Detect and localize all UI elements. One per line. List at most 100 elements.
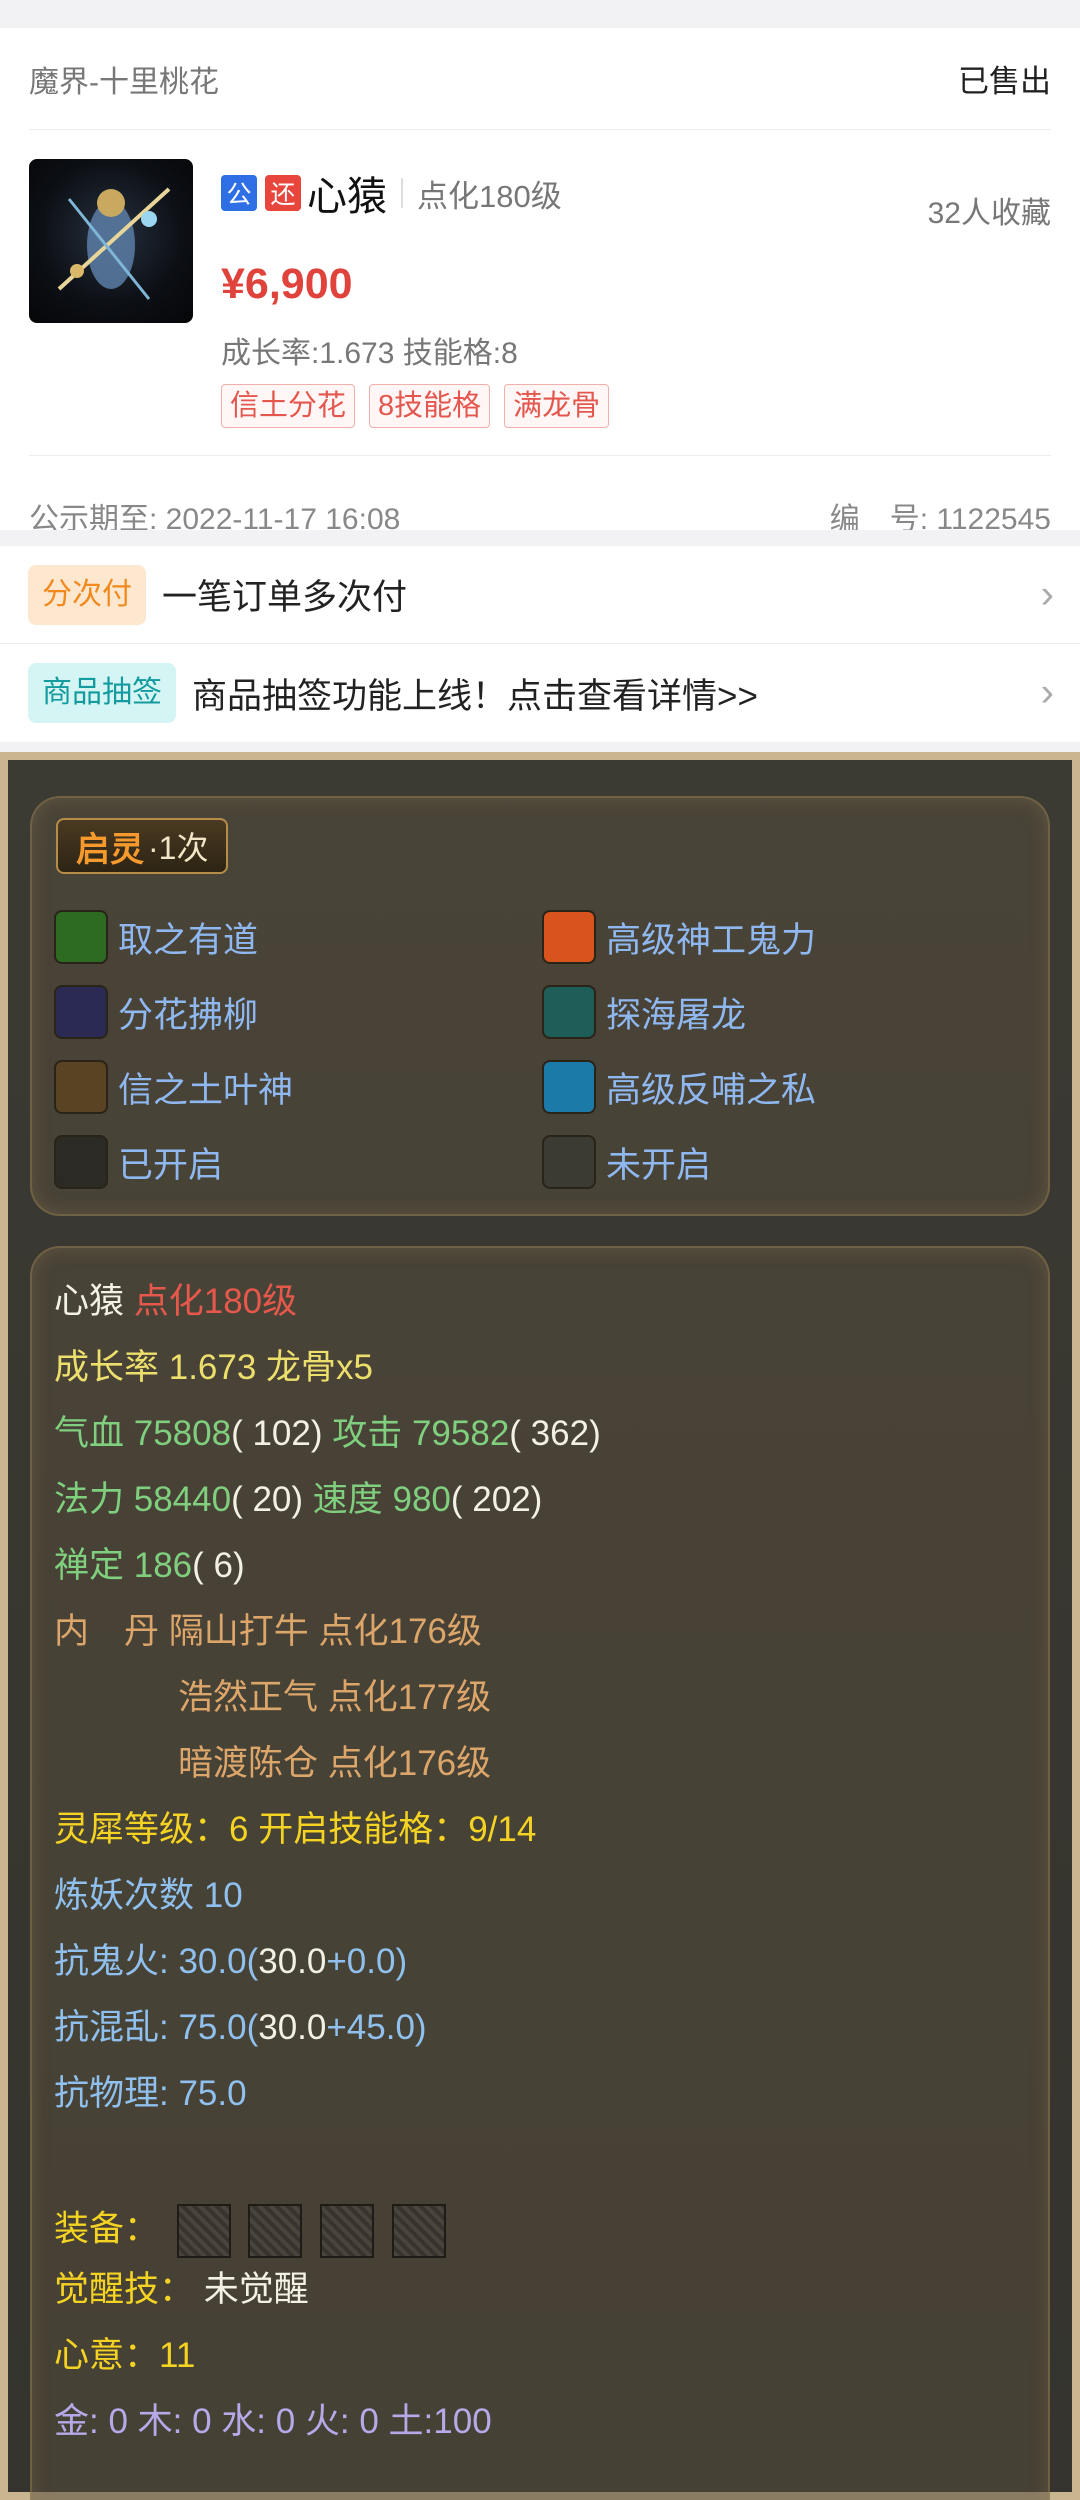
pet-stats-box: 心猿 点化180级 成长率 1.673 龙骨x5 气血 75808( 102) … [30, 1246, 1050, 2500]
promo-installment[interactable]: 分次付 一笔订单多次付 › [0, 546, 1080, 644]
mp-spd-line: 法力 58440( 20) 速度 980( 202) [54, 1480, 542, 1520]
fen-hua-fu-liu-icon [54, 985, 108, 1039]
skill-item[interactable]: 高级反哺之私 [542, 1060, 816, 1114]
zen-value: 禅定 186 [54, 1546, 193, 1585]
kang-wuli-line: 抗物理: 75.0 [54, 2074, 247, 2113]
tan-hai-tu-long-icon [542, 985, 596, 1039]
kang-guihuo-a: 抗鬼火: 30.0( [54, 1942, 259, 1981]
spd-extra: ( 202) [450, 1480, 543, 1519]
badge: 信土分花 [221, 384, 356, 428]
juexing-line: 觉醒技： 未觉醒 [54, 2270, 309, 2310]
badge: 8技能格 [369, 384, 491, 428]
juexing-label: 觉醒技： [54, 2270, 195, 2309]
listing-card[interactable]: 魔界-十里桃花 已售出 公 还 心猿 点化180级 32人收藏 ¥6,900 成… [0, 28, 1080, 536]
chevron-right-icon: › [1040, 572, 1054, 616]
skill-name: 已开启 [118, 1145, 224, 1185]
skill-item[interactable]: 分花拂柳 [54, 985, 258, 1039]
sold-status: 已售出 [958, 64, 1051, 99]
pet-title-row: 公 还 心猿 点化180级 [221, 164, 562, 222]
qiling-count: ·1次 [148, 830, 209, 866]
equip-slot-icon[interactable] [248, 2204, 303, 2258]
skill-item[interactable]: 已开启 [54, 1135, 223, 1189]
skill-item[interactable]: 信之土叶神 [54, 1060, 293, 1114]
promo-text: 一笔订单多次付 [162, 578, 408, 617]
shen-gong-gui-li-icon [542, 910, 596, 964]
hp-value: 气血 75808 [54, 1414, 232, 1453]
skill-item[interactable]: 探海屠龙 [542, 985, 746, 1039]
pet-level: 点化180级 [417, 178, 562, 214]
qiling-label: 启灵 [76, 830, 144, 869]
stats-name-line: 心猿 点化180级 [54, 1282, 297, 1322]
price: ¥6,900 [221, 260, 353, 308]
juexing-value: 未觉醒 [203, 2270, 309, 2309]
skill-item[interactable]: 未开启 [542, 1135, 711, 1189]
top-strip [0, 0, 1080, 28]
zen-extra: ( 6) [192, 1546, 245, 1585]
neidan-3: 暗渡陈仓 点化176级 [178, 1744, 492, 1783]
skill-item[interactable]: 高级神工鬼力 [542, 910, 816, 964]
promo-lottery[interactable]: 商品抽签 商品抽签功能上线！点击查看详情>> › [0, 644, 1080, 742]
lingxi-line: 灵犀等级：6 开启技能格：9/14 [54, 1810, 537, 1849]
kang-hunluan-a: 抗混乱: 75.0( [54, 2008, 259, 2047]
equip-slot-icon[interactable] [391, 2204, 446, 2258]
skill-item[interactable]: 取之有道 [54, 910, 258, 964]
server-name: 魔界-十里桃花 [29, 65, 219, 99]
pet-name: 心猿 [307, 175, 387, 219]
skill-name: 高级反哺之私 [606, 1070, 817, 1110]
atk-extra: ( 362) [509, 1414, 601, 1453]
stats-pet-name: 心猿 [54, 1282, 125, 1321]
equip-slot-icon[interactable] [320, 2204, 375, 2258]
section-gap [0, 530, 1080, 546]
chevron-right-icon: › [1040, 670, 1054, 715]
neidan-2: 浩然正气 点化177级 [178, 1678, 492, 1717]
opened-slot-icon [54, 1135, 108, 1189]
qiling-skill-box: 启灵 ·1次 取之有道 高级神工鬼力 分花拂柳 探海屠龙 信之土叶神 高级反哺之… [30, 796, 1050, 1216]
hp-atk-line: 气血 75808( 102) 攻击 79582( 362) [54, 1414, 601, 1454]
equip-slot-icon[interactable] [176, 2204, 231, 2258]
equip-label: 装备： [54, 2209, 160, 2249]
kang-guihuo-c: +0.0) [326, 1942, 408, 1981]
skill-name: 分花拂柳 [118, 995, 259, 1035]
promo-text: 商品抽签功能上线！点击查看详情>> [192, 676, 758, 716]
zen-line: 禅定 186( 6) [54, 1546, 245, 1586]
pet-thumbnail[interactable] [29, 159, 193, 323]
kang-hunluan-c: +45.0) [326, 2008, 427, 2047]
badge-list: 信土分花 8技能格 满龙骨 [221, 384, 610, 428]
lianyao-line: 炼妖次数 10 [54, 1876, 243, 1915]
skill-name: 未开启 [606, 1145, 712, 1185]
growth-line: 成长率 1.673 龙骨x5 [54, 1348, 373, 1387]
spd-value: 速度 980 [312, 1480, 451, 1519]
xin-zhi-tu-ye-shen-icon [54, 1060, 108, 1114]
neidan-title: 内 丹 [54, 1612, 160, 1651]
xinyi-line: 心意：11 [54, 2336, 196, 2375]
neidan-line-1: 内 丹 隔山打牛 点化176级 [54, 1612, 482, 1652]
skill-name: 取之有道 [118, 920, 259, 960]
kang-hunluan-b: 30.0 [258, 2008, 327, 2047]
lottery-tag: 商品抽签 [28, 663, 176, 723]
game-detail-inner: 启灵 ·1次 取之有道 高级神工鬼力 分花拂柳 探海屠龙 信之土叶神 高级反哺之… [8, 760, 1072, 2500]
badge: 满龙骨 [504, 384, 610, 428]
mp-value: 法力 58440 [54, 1480, 232, 1519]
stats-pet-level: 点化180级 [133, 1282, 298, 1321]
favorites-count[interactable]: 32人收藏 [928, 188, 1051, 232]
installment-tag: 分次付 [28, 564, 146, 625]
qu-zhi-you-dao-icon [54, 910, 108, 964]
skill-name: 高级神工鬼力 [606, 920, 817, 960]
mp-extra: ( 20) [231, 1480, 304, 1519]
elements-line: 金: 0 木: 0 水: 0 火: 0 土:100 [54, 2402, 492, 2441]
kang-guihuo-line: 抗鬼火: 30.0(30.0+0.0) [54, 1942, 407, 1982]
neidan-1: 隔山打牛 点化176级 [168, 1612, 482, 1651]
title-divider [401, 178, 403, 208]
unopened-slot-icon [542, 1135, 596, 1189]
promo-list: 分次付 一笔订单多次付 › 商品抽签 商品抽签功能上线！点击查看详情>> › [0, 546, 1080, 742]
kang-guihuo-b: 30.0 [258, 1942, 327, 1981]
kang-hunluan-line: 抗混乱: 75.0(30.0+45.0) [54, 2008, 427, 2048]
growth-skill-summary: 成长率:1.673 技能格:8 [221, 337, 518, 370]
skill-name: 信之土叶神 [118, 1070, 294, 1110]
equip-line: 装备： [54, 2204, 446, 2258]
fan-bu-zhi-si-icon [542, 1060, 596, 1114]
public-tag: 公 [221, 175, 257, 211]
card-header: 魔界-十里桃花 已售出 [29, 28, 1051, 130]
return-tag: 还 [265, 175, 301, 211]
skill-name: 探海屠龙 [606, 995, 747, 1035]
